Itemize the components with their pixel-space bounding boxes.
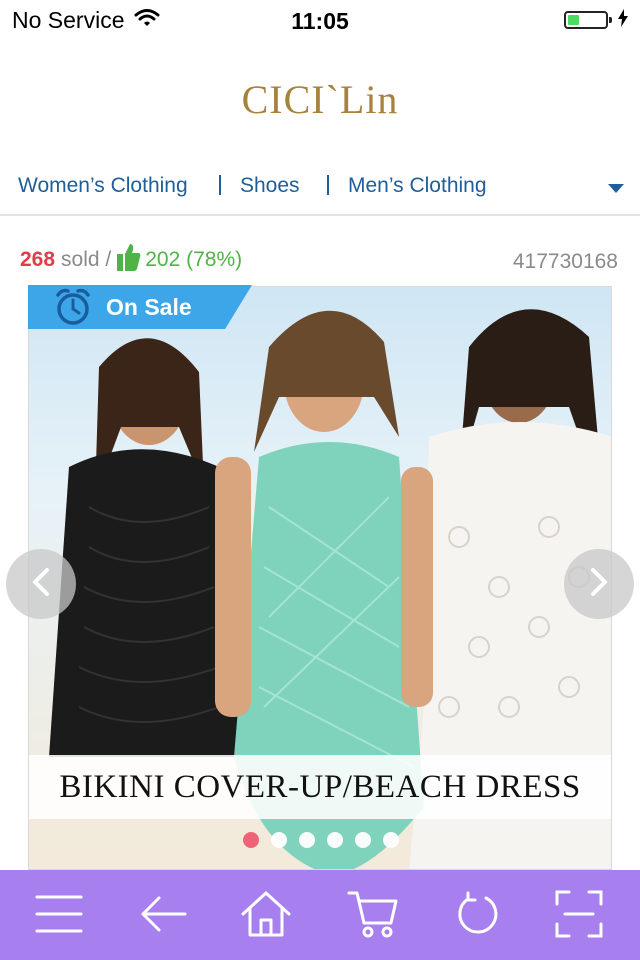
scan-button[interactable] <box>551 888 607 944</box>
charging-bolt-icon <box>618 8 628 32</box>
cart-icon <box>347 889 399 944</box>
carousel-dot[interactable] <box>383 832 399 848</box>
product-image[interactable]: BIKINI COVER-UP/BEACH DRESS <box>28 286 612 870</box>
back-arrow-icon <box>139 894 189 939</box>
status-bar: No Service <box>0 0 640 40</box>
chevron-left-icon <box>31 567 51 602</box>
product-stats: 268 sold / 202 (78%) 417730168 <box>0 230 640 280</box>
refresh-icon <box>454 891 500 942</box>
sold-label: sold / <box>61 248 112 271</box>
category-nav: Women’s Clothing Shoes Men’s Clothing <box>0 160 640 216</box>
home-button[interactable] <box>238 888 294 944</box>
carousel-prev-button[interactable] <box>6 549 76 619</box>
status-right <box>564 8 628 32</box>
chevron-right-icon <box>589 567 609 602</box>
menu-button[interactable] <box>31 888 87 944</box>
bottom-toolbar <box>0 870 640 960</box>
carousel-next-button[interactable] <box>564 549 634 619</box>
thumbs-up-icon <box>117 242 141 278</box>
carousel-dot[interactable] <box>327 832 343 848</box>
carousel-dot[interactable] <box>271 832 287 848</box>
likes-count: 202 (78%) <box>145 248 243 271</box>
carousel-indicator <box>243 832 399 848</box>
scan-icon <box>555 890 603 943</box>
carousel-dot[interactable] <box>355 832 371 848</box>
category-womens-clothing[interactable]: Women’s Clothing <box>18 174 188 198</box>
product-id: 417730168 <box>512 250 618 273</box>
banner-text: BIKINI COVER-UP/BEACH DRESS <box>59 768 581 805</box>
alarm-clock-icon <box>54 287 92 329</box>
cart-button[interactable] <box>345 888 401 944</box>
battery-icon <box>564 11 612 29</box>
carousel-dot[interactable] <box>299 832 315 848</box>
sold-count: 268 <box>20 248 56 271</box>
sales-info: 268 sold / 202 (78%) <box>20 242 242 278</box>
header: CICI`Lin <box>0 40 640 150</box>
status-left: No Service <box>12 7 160 34</box>
menu-icon <box>35 894 83 939</box>
on-sale-badge: On Sale <box>28 285 252 329</box>
wifi-icon <box>134 7 160 34</box>
battery-level <box>568 15 579 25</box>
brand-logo[interactable]: CICI`Lin <box>0 76 640 123</box>
chevron-down-icon[interactable] <box>608 184 624 193</box>
carrier-label: No Service <box>12 6 125 33</box>
category-shoes[interactable]: Shoes <box>240 174 300 198</box>
home-icon <box>240 890 292 943</box>
category-divider <box>219 175 221 195</box>
category-divider <box>327 175 329 195</box>
refresh-button[interactable] <box>449 888 505 944</box>
carousel-dot[interactable] <box>243 832 259 848</box>
back-button[interactable] <box>136 888 192 944</box>
on-sale-label: On Sale <box>106 293 192 320</box>
product-banner: BIKINI COVER-UP/BEACH DRESS <box>29 755 611 819</box>
category-mens-clothing[interactable]: Men’s Clothing <box>348 174 487 198</box>
